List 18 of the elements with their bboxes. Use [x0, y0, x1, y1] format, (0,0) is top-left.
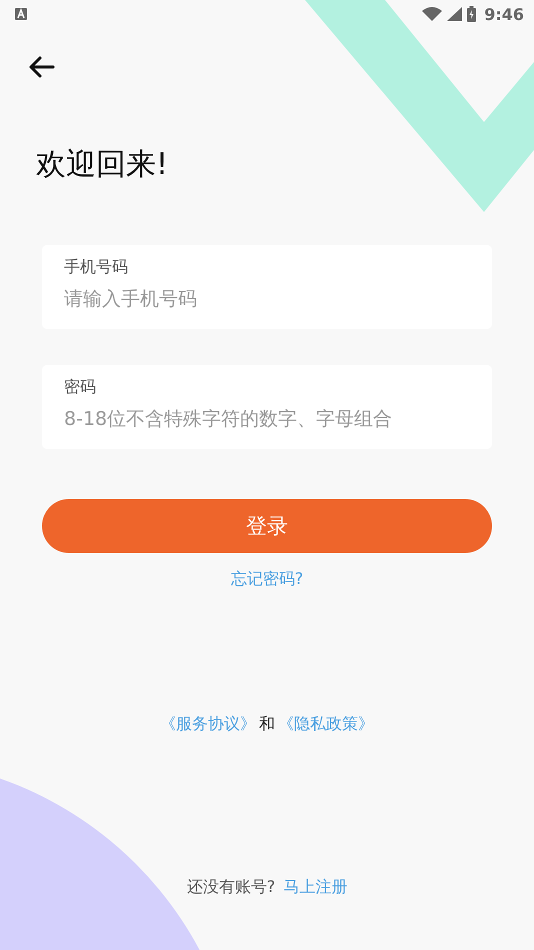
signup-prompt: 还没有账号? — [186, 877, 276, 898]
welcome-title: 欢迎回来! — [36, 146, 170, 184]
login-button[interactable]: 登录 — [42, 499, 492, 553]
wifi-icon — [422, 7, 442, 21]
service-agreement-link[interactable]: 《服务协议》 — [160, 714, 256, 735]
forgot-password-link[interactable]: 忘记密码? — [230, 569, 304, 590]
joiner-text: 和 — [259, 714, 275, 735]
signal-icon — [447, 7, 462, 21]
signup-link[interactable]: 马上注册 — [283, 877, 348, 898]
battery-icon — [467, 6, 476, 22]
notification-icon — [15, 8, 27, 20]
field-label: 手机号码 — [64, 257, 129, 278]
status-time: 9:46 — [484, 4, 524, 24]
field-label: 密码 — [64, 377, 97, 398]
privacy-policy-link[interactable]: 《隐私政策》 — [278, 714, 374, 735]
input-field[interactable]: 请输入手机号码 — [64, 288, 470, 310]
input-field[interactable]: 8-18位不含特殊字符的数字、字母组合 — [64, 408, 470, 430]
back-icon[interactable] — [27, 54, 57, 80]
